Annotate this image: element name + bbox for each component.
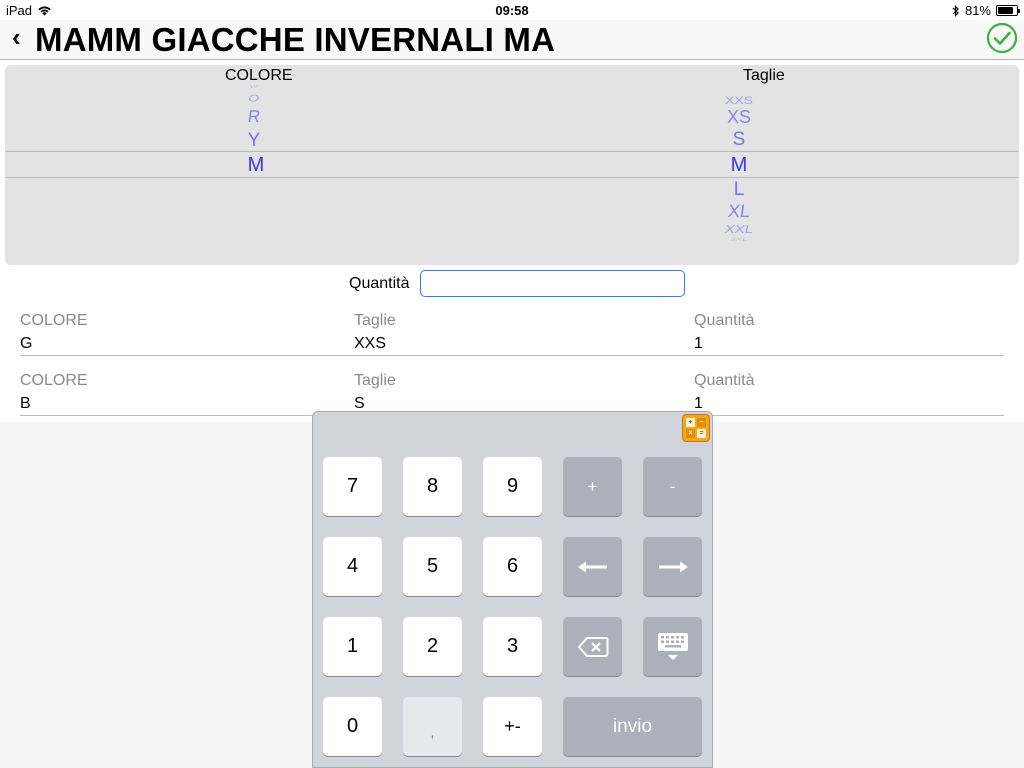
- row-label-colore: COLORE: [20, 312, 88, 329]
- enter-key[interactable]: invio: [563, 697, 702, 756]
- picker-item[interactable]: Y: [234, 130, 274, 152]
- picker-item[interactable]: O: [233, 92, 276, 103]
- arrow-right-icon: [658, 561, 688, 572]
- status-bar: iPad 09:58 81%: [0, 0, 1024, 20]
- calc-equals-glyph: =: [697, 429, 706, 438]
- key-7[interactable]: 7: [323, 457, 382, 516]
- picker-item[interactable]: XS: [709, 107, 769, 128]
- calc-plus-glyph: +: [686, 418, 695, 427]
- picker-header-taglie: Taglie: [743, 67, 785, 84]
- row-value-quantita: 1: [694, 335, 703, 352]
- hide-keyboard-key[interactable]: [643, 617, 702, 676]
- row-value-taglie: XXS: [354, 335, 387, 352]
- picker-item[interactable]: W: [233, 84, 275, 89]
- back-button[interactable]: ‹: [12, 24, 21, 50]
- picker-item[interactable]: XXS: [709, 94, 769, 107]
- key-plus-minus[interactable]: +-: [483, 697, 542, 756]
- picker-item[interactable]: S: [709, 129, 769, 151]
- quantity-label: Quantità: [349, 275, 410, 292]
- status-right: 81%: [952, 3, 1020, 18]
- cursor-right-key[interactable]: [643, 537, 702, 596]
- variant-picker[interactable]: COLORE Taglie W O R Y M XXS XS S M L XL …: [5, 65, 1019, 265]
- picker-item[interactable]: XL: [708, 201, 771, 222]
- confirm-check-icon[interactable]: [986, 22, 1018, 54]
- key-1[interactable]: 1: [323, 617, 382, 676]
- page-title: MAMM GIACCHE INVERNALI MA: [35, 21, 556, 58]
- clock: 09:58: [495, 3, 529, 18]
- nav-bar: ‹ MAMM GIACCHE INVERNALI MA: [0, 20, 1024, 60]
- picker-item[interactable]: L: [709, 179, 769, 201]
- keyboard-dismiss-icon: [657, 632, 688, 660]
- key-0[interactable]: 0: [323, 697, 382, 756]
- key-8[interactable]: 8: [403, 457, 462, 516]
- picker-selection-band: [5, 151, 1019, 178]
- battery-percent: 81%: [964, 3, 991, 18]
- picker-item[interactable]: R: [233, 107, 276, 127]
- key-6[interactable]: 6: [483, 537, 542, 596]
- bluetooth-icon: [952, 4, 959, 17]
- key-plus[interactable]: +: [563, 457, 622, 516]
- picker-item-selected[interactable]: M: [236, 154, 276, 177]
- key-5[interactable]: 5: [403, 537, 462, 596]
- arrow-left-icon: [577, 561, 607, 572]
- backspace-icon: [577, 636, 608, 657]
- picker-item[interactable]: 3XL: [708, 237, 770, 243]
- row-label-colore: COLORE: [20, 372, 88, 389]
- key-9[interactable]: 9: [483, 457, 542, 516]
- table-row[interactable]: COLORE Taglie Quantità B S 1: [20, 372, 1004, 416]
- table-row[interactable]: COLORE Taglie Quantità G XXS 1: [20, 312, 1004, 356]
- key-4[interactable]: 4: [323, 537, 382, 596]
- row-label-taglie: Taglie: [354, 312, 396, 329]
- picker-item-selected[interactable]: M: [709, 154, 769, 177]
- quantity-input[interactable]: [420, 270, 685, 297]
- picker-header-colore: COLORE: [225, 67, 293, 84]
- key-comma[interactable]: ,: [403, 697, 462, 756]
- calc-times-glyph: ×: [686, 429, 695, 438]
- key-minus[interactable]: -: [643, 457, 702, 516]
- row-label-taglie: Taglie: [354, 372, 396, 389]
- calc-minus-glyph: −: [697, 418, 706, 427]
- row-value-colore: B: [20, 395, 31, 412]
- calculator-icon[interactable]: + − × =: [682, 414, 710, 442]
- numeric-keypad: + − × = 7 8 9 + - 4 5 6 1 2 3 0 , +- inv…: [312, 411, 713, 768]
- battery-icon: [996, 5, 1020, 16]
- cursor-left-key[interactable]: [563, 537, 622, 596]
- row-label-quantita: Quantità: [694, 312, 755, 329]
- row-label-quantita: Quantità: [694, 372, 755, 389]
- key-2[interactable]: 2: [403, 617, 462, 676]
- backspace-key[interactable]: [563, 617, 622, 676]
- picker-item[interactable]: XXL: [708, 223, 771, 236]
- row-value-colore: G: [20, 335, 33, 352]
- key-3[interactable]: 3: [483, 617, 542, 676]
